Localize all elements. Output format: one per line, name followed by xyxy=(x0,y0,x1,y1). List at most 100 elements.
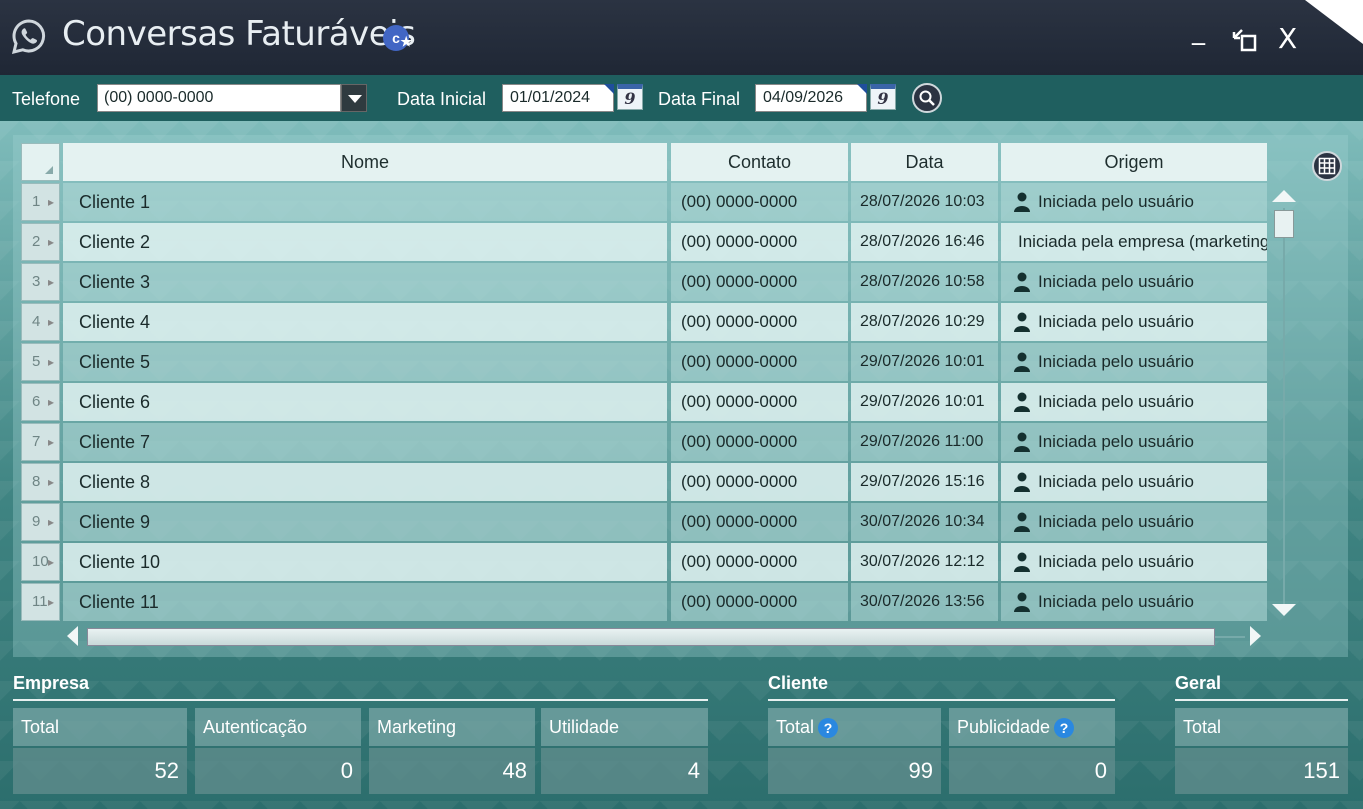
cell-origem[interactable]: Iniciada pelo usuário xyxy=(1001,463,1267,501)
cell-origem[interactable]: Iniciada pelo usuário xyxy=(1001,583,1267,621)
column-header-origem[interactable]: Origem xyxy=(1001,143,1267,181)
help-icon[interactable]: ? xyxy=(818,718,839,739)
cell-origem[interactable]: Iniciada pelo usuário xyxy=(1001,343,1267,381)
row-number[interactable]: 7 xyxy=(21,423,60,461)
cell-contato[interactable]: (00) 0000-0000 xyxy=(671,583,848,621)
table-row[interactable]: 1Cliente 1(00) 0000-000028/07/2026 10:03… xyxy=(0,183,1270,221)
cell-origem[interactable]: Iniciada pelo usuário xyxy=(1001,183,1267,221)
column-header-contato[interactable]: Contato xyxy=(671,143,848,181)
cell-origem[interactable]: Iniciada pelo usuário xyxy=(1001,543,1267,581)
vertical-scrollbar-thumb[interactable] xyxy=(1274,210,1294,238)
cell-data[interactable]: 30/07/2026 10:34 xyxy=(851,503,998,541)
cell-origem[interactable]: Iniciada pelo usuário xyxy=(1001,303,1267,341)
row-number[interactable]: 2 xyxy=(21,223,60,261)
row-number[interactable]: 4 xyxy=(21,303,60,341)
row-number[interactable]: 3 xyxy=(21,263,60,301)
cell-data[interactable]: 29/07/2026 10:01 xyxy=(851,343,998,381)
origem-text: Iniciada pela empresa (marketing) xyxy=(1018,232,1267,251)
table-row[interactable]: 8Cliente 8(00) 0000-000029/07/2026 15:16… xyxy=(0,463,1270,501)
telefone-input[interactable]: (00) 0000-0000 xyxy=(97,84,341,112)
row-number[interactable]: 6 xyxy=(21,383,60,421)
table-row[interactable]: 11Cliente 11(00) 0000-000030/07/2026 13:… xyxy=(0,583,1270,621)
cell-origem[interactable]: Iniciada pelo usuário xyxy=(1001,503,1267,541)
data-final-input[interactable]: 04/09/2026 xyxy=(755,84,867,112)
cell-contato[interactable]: (00) 0000-0000 xyxy=(671,383,848,421)
table-row[interactable]: 3Cliente 3(00) 0000-000028/07/2026 10:58… xyxy=(0,263,1270,301)
cell-nome[interactable]: Cliente 8 xyxy=(63,463,667,501)
data-inicial-input[interactable]: 01/01/2024 xyxy=(502,84,614,112)
cell-origem[interactable]: Iniciada pelo usuário xyxy=(1001,263,1267,301)
calendar-icon[interactable]: 9 xyxy=(870,84,896,110)
cell-nome[interactable]: Cliente 2 xyxy=(63,223,667,261)
scroll-left-button[interactable] xyxy=(67,626,78,646)
vertical-scrollbar-track[interactable] xyxy=(1283,208,1285,608)
cell-nome[interactable]: Cliente 9 xyxy=(63,503,667,541)
table-row[interactable]: 7Cliente 7(00) 0000-000029/07/2026 11:00… xyxy=(0,423,1270,461)
cell-contato[interactable]: (00) 0000-0000 xyxy=(671,423,848,461)
table-row[interactable]: 10Cliente 10(00) 0000-000030/07/2026 12:… xyxy=(0,543,1270,581)
calendar-icon[interactable]: 9 xyxy=(617,84,643,110)
cell-data[interactable]: 30/07/2026 13:56 xyxy=(851,583,998,621)
table-row[interactable]: 4Cliente 4(00) 0000-000028/07/2026 10:29… xyxy=(0,303,1270,341)
cell-contato[interactable]: (00) 0000-0000 xyxy=(671,303,848,341)
cell-data[interactable]: 29/07/2026 10:01 xyxy=(851,383,998,421)
empresa-total-label: Total xyxy=(13,708,187,746)
cell-nome[interactable]: Cliente 7 xyxy=(63,423,667,461)
cell-nome[interactable]: Cliente 3 xyxy=(63,263,667,301)
horizontal-scrollbar-track[interactable] xyxy=(1215,636,1245,638)
scroll-down-button[interactable] xyxy=(1272,604,1296,616)
origem-text: Iniciada pelo usuário xyxy=(1038,192,1194,211)
table-row[interactable]: 6Cliente 6(00) 0000-000029/07/2026 10:01… xyxy=(0,383,1270,421)
cell-origem[interactable]: Iniciada pela empresa (marketing) xyxy=(1001,223,1267,261)
column-header-data[interactable]: Data xyxy=(851,143,998,181)
row-number[interactable]: 1 xyxy=(21,183,60,221)
cell-data[interactable]: 28/07/2026 10:58 xyxy=(851,263,998,301)
cell-origem[interactable]: Iniciada pelo usuário xyxy=(1001,383,1267,421)
table-row[interactable]: 5Cliente 5(00) 0000-000029/07/2026 10:01… xyxy=(0,343,1270,381)
table-row[interactable]: 2Cliente 2(00) 0000-000028/07/2026 16:46… xyxy=(0,223,1270,261)
help-icon[interactable]: ? xyxy=(1054,718,1075,739)
cell-data[interactable]: 29/07/2026 15:16 xyxy=(851,463,998,501)
cell-data[interactable]: 28/07/2026 10:29 xyxy=(851,303,998,341)
scroll-right-button[interactable] xyxy=(1250,626,1261,646)
cell-nome[interactable]: Cliente 4 xyxy=(63,303,667,341)
cell-nome[interactable]: Cliente 10 xyxy=(63,543,667,581)
cell-contato[interactable]: (00) 0000-0000 xyxy=(671,343,848,381)
horizontal-scrollbar-thumb[interactable] xyxy=(87,628,1215,646)
close-button[interactable]: X xyxy=(1278,22,1297,55)
telefone-dropdown-button[interactable] xyxy=(341,84,367,112)
cell-contato[interactable]: (00) 0000-0000 xyxy=(671,503,848,541)
cell-data[interactable]: 28/07/2026 16:46 xyxy=(851,223,998,261)
row-number[interactable]: 10 xyxy=(21,543,60,581)
cell-data[interactable]: 28/07/2026 10:03 xyxy=(851,183,998,221)
search-button[interactable] xyxy=(912,83,942,113)
restore-button[interactable] xyxy=(1230,28,1258,52)
user-icon xyxy=(1014,432,1030,452)
grid-settings-button[interactable] xyxy=(1312,151,1342,181)
cell-origem[interactable]: Iniciada pelo usuário xyxy=(1001,423,1267,461)
geral-total-value: 151 xyxy=(1175,748,1348,794)
cell-nome[interactable]: Cliente 6 xyxy=(63,383,667,421)
cell-data[interactable]: 29/07/2026 11:00 xyxy=(851,423,998,461)
row-number[interactable]: 11 xyxy=(21,583,60,621)
cell-nome[interactable]: Cliente 5 xyxy=(63,343,667,381)
row-number[interactable]: 8 xyxy=(21,463,60,501)
minimize-button[interactable]: _ xyxy=(1192,16,1205,46)
cliente-divider xyxy=(768,699,1115,701)
cell-contato[interactable]: (00) 0000-0000 xyxy=(671,463,848,501)
cell-data[interactable]: 30/07/2026 12:12 xyxy=(851,543,998,581)
table-row[interactable]: 9Cliente 9(00) 0000-000030/07/2026 10:34… xyxy=(0,503,1270,541)
cell-contato[interactable]: (00) 0000-0000 xyxy=(671,183,848,221)
cell-nome[interactable]: Cliente 11 xyxy=(63,583,667,621)
cell-contato[interactable]: (00) 0000-0000 xyxy=(671,543,848,581)
favorite-badge-icon[interactable]: c ★ xyxy=(383,25,412,51)
cell-contato[interactable]: (00) 0000-0000 xyxy=(671,263,848,301)
row-number-header[interactable] xyxy=(21,143,60,181)
column-header-nome[interactable]: Nome xyxy=(63,143,667,181)
row-number[interactable]: 9 xyxy=(21,503,60,541)
cell-contato[interactable]: (00) 0000-0000 xyxy=(671,223,848,261)
user-icon xyxy=(1014,592,1030,612)
row-number[interactable]: 5 xyxy=(21,343,60,381)
scroll-up-button[interactable] xyxy=(1272,190,1296,202)
cell-nome[interactable]: Cliente 1 xyxy=(63,183,667,221)
